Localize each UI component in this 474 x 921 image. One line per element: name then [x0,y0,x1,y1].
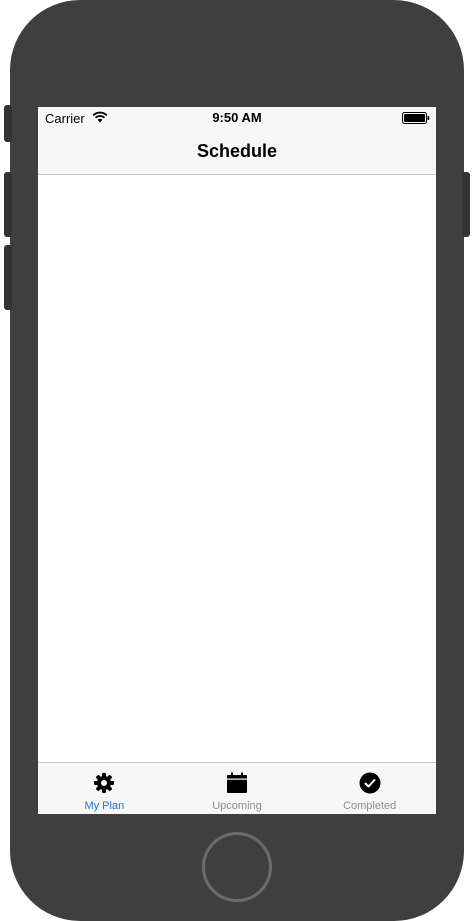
gear-icon [94,773,115,793]
tab-bar: My Plan Upcoming Completed [38,762,436,814]
clock: 9:50 AM [212,110,262,125]
home-button[interactable] [202,832,272,902]
tab-completed[interactable]: Completed [303,763,436,814]
navigation-bar: Schedule [38,129,436,175]
volume-up-button [4,172,12,237]
tab-label: Upcoming [212,800,262,812]
battery-icon [402,112,430,124]
tab-label: Completed [343,800,397,812]
volume-down-button [4,245,12,310]
power-button [462,172,470,237]
mute-switch [4,105,12,142]
device-screen: Carrier 9:50 AM Schedule My Plan Upcomin… [38,107,436,814]
calendar-icon [227,772,247,793]
status-bar: Carrier 9:50 AM [38,107,436,129]
tab-my-plan[interactable]: My Plan [38,763,171,814]
schedule-content[interactable] [38,175,436,762]
tab-upcoming[interactable]: Upcoming [171,763,304,814]
checkmark-circle-icon [359,772,381,794]
page-title: Schedule [196,141,278,161]
tab-label: My Plan [84,800,125,812]
